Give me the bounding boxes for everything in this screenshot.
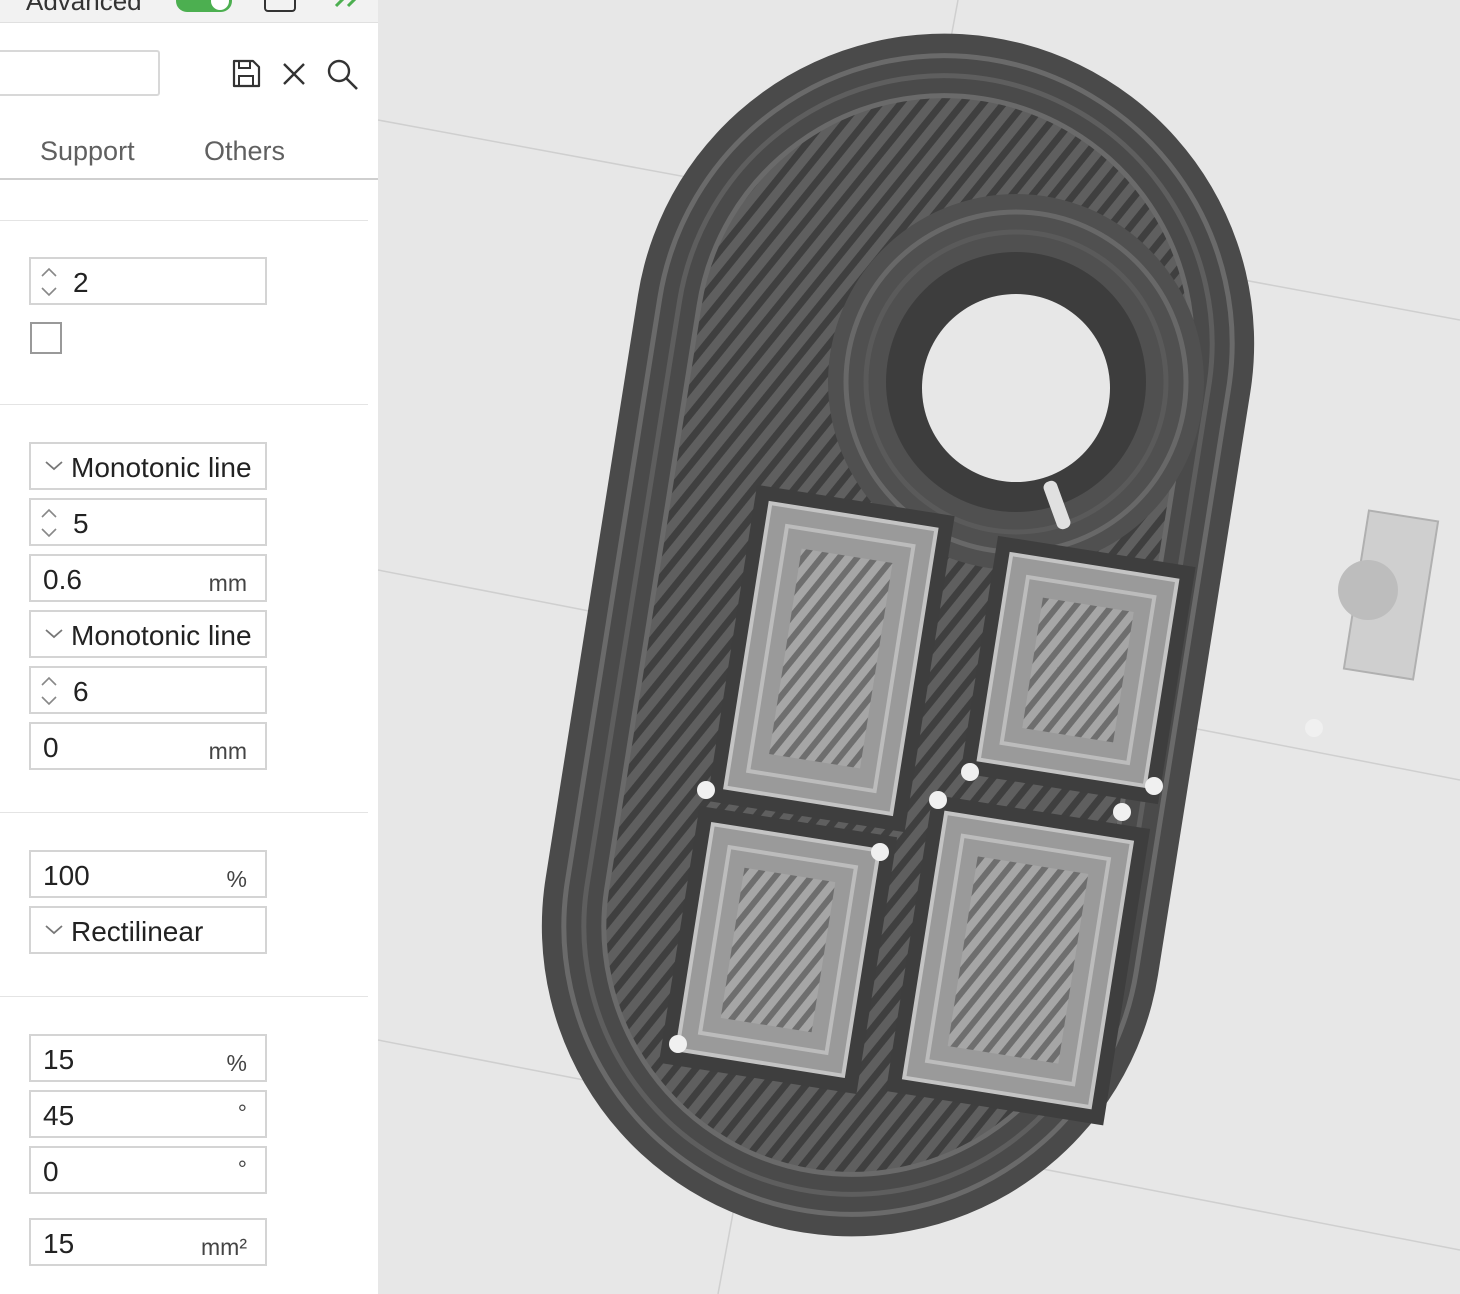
field-value: 0.6 [43, 564, 82, 595]
field-value: 0 [43, 1156, 59, 1187]
preset-name-box[interactable] [0, 50, 160, 96]
search-icon[interactable] [324, 54, 360, 92]
close-icon[interactable] [276, 54, 312, 92]
field-value: 15 [43, 1228, 75, 1259]
field-unit: mm [208, 570, 247, 596]
tab-support[interactable]: Support [40, 136, 135, 167]
sliced-model-preview [378, 0, 1460, 1294]
chevron-down-icon [43, 626, 65, 640]
field-unit: ° [237, 1156, 247, 1182]
chevron-down-icon [43, 458, 65, 472]
thickness-field-1[interactable]: 0.6 mm [29, 554, 267, 602]
field-unit: ° [237, 1100, 247, 1126]
field-value: Monotonic line [71, 620, 252, 651]
field-value: 2 [73, 267, 89, 298]
pattern-dropdown-1[interactable]: Monotonic line [29, 442, 267, 490]
number-stepper-1[interactable]: 2 [29, 257, 267, 305]
section-divider [0, 996, 368, 997]
field-unit: mm² [201, 1234, 247, 1260]
stepper-arrows-icon[interactable] [35, 671, 63, 709]
number-stepper-3[interactable]: 6 [29, 666, 267, 714]
field-value: 0 [43, 732, 59, 763]
3d-viewport[interactable] [378, 0, 1460, 1294]
toggle-knob [211, 0, 229, 10]
field-value: 15 [43, 1044, 75, 1075]
thickness-field-2[interactable]: 0 mm [29, 722, 267, 770]
tab-others[interactable]: Others [204, 136, 285, 167]
option-checkbox[interactable] [30, 322, 62, 354]
angle-field-2[interactable]: 0 ° [29, 1146, 267, 1194]
tab-underline [0, 178, 378, 180]
top-toolbar: Advanced [0, 0, 378, 23]
field-value: 45 [43, 1100, 75, 1131]
pattern-dropdown-2[interactable]: Monotonic line [29, 610, 267, 658]
slicer-window: Advanced Support Others 2 Monotonic line… [0, 0, 1460, 1294]
section-divider [0, 220, 368, 221]
stepper-arrows-icon[interactable] [35, 262, 63, 300]
field-value: 5 [73, 508, 89, 539]
field-value: Monotonic line [71, 452, 252, 483]
field-value: 100 [43, 860, 90, 891]
chevron-down-icon [43, 922, 65, 936]
field-value: Rectilinear [71, 916, 204, 947]
field-value: 6 [73, 676, 89, 707]
compare-icon[interactable] [264, 0, 296, 12]
link-icon[interactable] [334, 0, 358, 10]
area-field[interactable]: 15 mm² [29, 1218, 267, 1266]
stepper-arrows-icon[interactable] [35, 503, 63, 541]
section-divider [0, 404, 368, 405]
section-divider [0, 812, 368, 813]
field-unit: % [226, 1050, 247, 1076]
percent-field[interactable]: 15 % [29, 1034, 267, 1082]
save-icon[interactable] [228, 54, 264, 92]
pattern-dropdown-3[interactable]: Rectilinear [29, 906, 267, 954]
field-unit: mm [208, 738, 247, 764]
density-field[interactable]: 100 % [29, 850, 267, 898]
settings-panel: Advanced Support Others 2 Monotonic line… [0, 0, 378, 1294]
field-unit: % [226, 866, 247, 892]
advanced-mode-toggle[interactable] [176, 0, 232, 12]
number-stepper-2[interactable]: 5 [29, 498, 267, 546]
angle-field-1[interactable]: 45 ° [29, 1090, 267, 1138]
advanced-mode-label: Advanced [26, 0, 142, 16]
side-tab [1338, 509, 1440, 681]
